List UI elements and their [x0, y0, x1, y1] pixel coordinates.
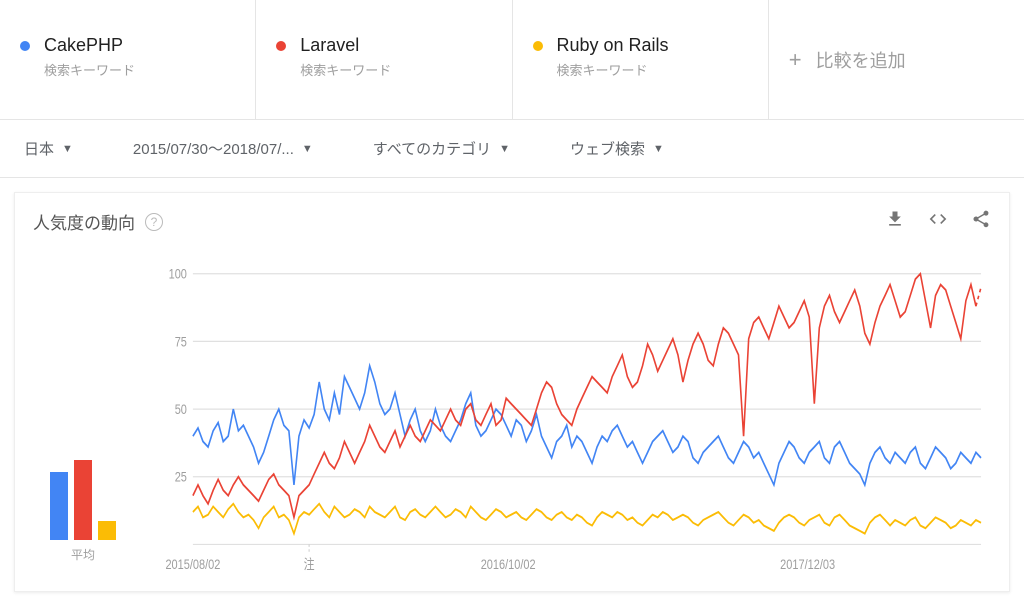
avg-bar-laravel — [74, 460, 92, 540]
region-filter[interactable]: 日本 ▼ — [24, 138, 73, 159]
searchtype-filter[interactable]: ウェブ検索 ▼ — [570, 138, 664, 159]
avg-bar-rubyonrails — [98, 521, 116, 540]
series-color-dot — [20, 41, 30, 51]
interest-over-time-card: 人気度の動向 ? — [14, 192, 1010, 592]
add-comparison-button[interactable]: + 比較を追加 — [769, 0, 1024, 119]
series-line-cakephp — [193, 366, 981, 485]
term-type: 検索キーワード — [557, 60, 669, 79]
plus-icon: + — [789, 47, 802, 73]
chevron-down-icon: ▼ — [653, 143, 664, 155]
term-name: CakePHP — [44, 35, 135, 56]
chevron-down-icon: ▼ — [499, 143, 510, 155]
svg-text:50: 50 — [175, 402, 187, 417]
chart-annotation: 注 — [304, 556, 315, 572]
svg-text:75: 75 — [175, 334, 187, 349]
category-filter[interactable]: すべてのカテゴリ ▼ — [373, 138, 510, 159]
daterange-filter[interactable]: 2015/07/30〜2018/07/... ▼ — [133, 138, 313, 159]
svg-text:2016/10/02: 2016/10/02 — [481, 557, 536, 572]
svg-text:100: 100 — [169, 267, 187, 282]
compare-term-rubyonrails[interactable]: Ruby on Rails 検索キーワード — [513, 0, 769, 119]
term-type: 検索キーワード — [300, 60, 391, 79]
svg-text:25: 25 — [175, 470, 187, 485]
series-color-dot — [276, 41, 286, 51]
svg-text:2015/08/02: 2015/08/02 — [165, 557, 220, 572]
region-value: 日本 — [24, 138, 54, 159]
download-icon[interactable] — [885, 209, 905, 234]
line-chart[interactable]: 100 75 50 25 注 2015/08/02 2016/10/02 2017/12/… — [153, 264, 991, 581]
chart-actions — [885, 209, 991, 234]
embed-icon[interactable] — [927, 209, 949, 234]
avg-bar-cakephp — [50, 472, 68, 540]
averages-block: 平均 — [33, 264, 133, 581]
compare-term-cakephp[interactable]: CakePHP 検索キーワード — [0, 0, 256, 119]
series-line-laravel-forecast — [976, 287, 981, 306]
series-line-laravel — [193, 274, 976, 518]
searchtype-value: ウェブ検索 — [570, 138, 645, 159]
chart-header: 人気度の動向 ? — [33, 209, 991, 234]
daterange-value: 2015/07/30〜2018/07/... — [133, 138, 294, 159]
chart-title: 人気度の動向 — [33, 209, 135, 234]
series-line-rubyonrails — [193, 504, 981, 534]
series-color-dot — [533, 41, 543, 51]
add-comparison-label: 比較を追加 — [816, 47, 906, 73]
compare-bar: CakePHP 検索キーワード Laravel 検索キーワード Ruby on … — [0, 0, 1024, 120]
avg-bars — [50, 450, 116, 540]
term-type: 検索キーワード — [44, 60, 135, 79]
help-icon[interactable]: ? — [145, 213, 163, 231]
filter-bar: 日本 ▼ 2015/07/30〜2018/07/... ▼ すべてのカテゴリ ▼… — [0, 120, 1024, 178]
google-trends-page: CakePHP 検索キーワード Laravel 検索キーワード Ruby on … — [0, 0, 1024, 614]
category-value: すべてのカテゴリ — [373, 138, 491, 159]
chevron-down-icon: ▼ — [302, 143, 313, 155]
compare-term-laravel[interactable]: Laravel 検索キーワード — [256, 0, 512, 119]
svg-text:2017/12/03: 2017/12/03 — [780, 557, 835, 572]
term-name: Ruby on Rails — [557, 35, 669, 56]
share-icon[interactable] — [971, 209, 991, 234]
term-name: Laravel — [300, 35, 391, 56]
chevron-down-icon: ▼ — [62, 143, 73, 155]
avg-label: 平均 — [71, 546, 95, 563]
